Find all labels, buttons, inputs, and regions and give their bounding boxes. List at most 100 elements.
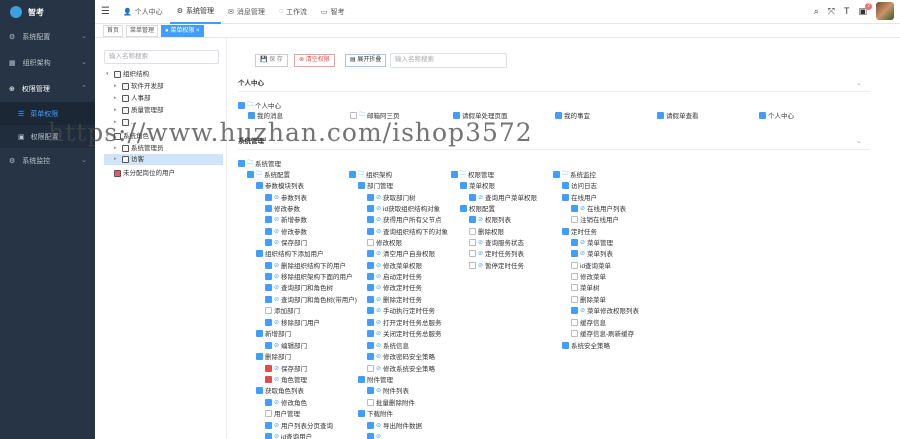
save-button[interactable]: 💾 保 存 [255, 54, 288, 67]
checkbox-box[interactable] [367, 215, 374, 223]
checkbox-box[interactable] [367, 318, 374, 326]
checkbox-box[interactable] [657, 111, 664, 119]
checkbox-box[interactable] [469, 249, 476, 257]
perm-checkbox[interactable]: 🗀 系统监控 [553, 169, 596, 179]
checkbox-box[interactable] [367, 227, 374, 235]
checkbox-box[interactable] [469, 238, 476, 246]
checkbox-box[interactable] [367, 272, 374, 280]
search-icon[interactable]: ⌕ [814, 6, 819, 17]
perm-checkbox[interactable]: ⊘ 删除组织结构下的用户 [265, 260, 346, 270]
perm-checkbox[interactable]: ⊘ 清空用户自身权限 [367, 248, 435, 258]
perm-checkbox[interactable]: ⊘ 修改密码安全策略 [367, 351, 435, 361]
sidebar-item-permission[interactable]: ⊕ 权限管理 ⌃ [0, 76, 95, 102]
checkbox-box[interactable] [367, 352, 374, 360]
checkbox-box[interactable] [367, 421, 374, 429]
perm-checkbox[interactable]: ⊘ 查询部门和角色树(带用户) [265, 294, 357, 304]
tree-node-selected[interactable]: ▸ 访客 [104, 154, 223, 165]
fullscreen-icon[interactable]: ⤧ [828, 6, 835, 17]
checkbox-box[interactable] [469, 227, 476, 235]
perm-checkbox[interactable]: ⊘ 删除定时任务 [367, 294, 422, 304]
checkbox-box[interactable] [571, 215, 578, 223]
font-size-icon[interactable]: T [844, 6, 850, 16]
perm-checkbox[interactable]: 🗀 个人中心 [238, 100, 281, 110]
checkbox-box[interactable] [460, 204, 467, 212]
perm-checkbox[interactable]: 系统安全策略 [562, 340, 610, 350]
checkbox-box[interactable] [265, 238, 272, 246]
perm-checkbox[interactable]: 🗀 系统管理 [238, 158, 281, 168]
perm-checkbox[interactable]: ⊘ 查询服务状态 [469, 237, 524, 247]
perm-checkbox[interactable]: ⊘ 查询组织结构下的对象 [367, 226, 448, 236]
topnav-system[interactable]: ⚙ 系统管理 [169, 0, 221, 24]
checkbox-box[interactable] [265, 295, 272, 303]
tag-home[interactable]: 首页 [103, 24, 124, 37]
checkbox-box[interactable] [358, 375, 365, 383]
perm-checkbox[interactable]: 添加部门 [265, 305, 300, 315]
sidebar-item-monitor[interactable]: ⚙ 系统监控 ⌄ [0, 148, 95, 174]
tree-node[interactable]: 未分配岗位的用户 [114, 168, 175, 179]
checkbox-box[interactable] [562, 227, 569, 235]
perm-checkbox[interactable]: ⊘ 菜单管理 [571, 237, 613, 247]
checkbox-box[interactable] [265, 375, 272, 383]
perm-checkbox[interactable]: 🗀 权限管理 [451, 169, 494, 179]
tree-node[interactable]: ▾ 组织结构 [106, 69, 149, 80]
perm-checkbox[interactable]: 缓存信息-刷新缓存 [571, 328, 634, 338]
checkbox-box[interactable] [265, 318, 272, 326]
perm-checkbox[interactable]: ⊘ 查询部门和角色树 [265, 282, 333, 292]
checkbox-box[interactable] [256, 352, 263, 360]
checkbox-box[interactable] [367, 432, 374, 439]
perm-checkbox[interactable]: ⊘ 获得用户所有父节点 [367, 214, 442, 224]
checkbox-box[interactable] [367, 306, 374, 314]
checkbox-box[interactable] [571, 295, 578, 303]
perm-checkbox[interactable]: ⊘ 手动执行定时任务 [367, 305, 435, 315]
perm-checkbox[interactable]: ⊘ 暂停定时任务 [469, 260, 524, 270]
perm-checkbox[interactable]: ⊘ 获取部门树 [367, 192, 416, 202]
expand-button[interactable]: ▤ 展开折叠 [345, 54, 387, 67]
checkbox-box[interactable] [265, 306, 272, 314]
perm-checkbox[interactable]: ⊘ 菜单列表 [571, 248, 613, 258]
checkbox-box[interactable] [469, 193, 476, 201]
checkbox-box[interactable] [265, 421, 272, 429]
checkbox-box[interactable] [265, 432, 272, 439]
perm-checkbox[interactable]: ⊘ id查询用户 [265, 431, 312, 439]
checkbox-box[interactable] [256, 249, 263, 257]
checkbox-box[interactable] [265, 204, 272, 212]
perm-checkbox[interactable]: 缓存信息 [571, 317, 606, 327]
perm-checkbox[interactable]: ⊘ 定时任务列表 [469, 248, 524, 258]
perm-checkbox[interactable]: id查询菜单 [571, 260, 611, 270]
perm-checkbox[interactable]: 请假单查看 [657, 110, 699, 120]
tag-menu-manage[interactable]: 菜单管理 [126, 24, 159, 37]
perm-checkbox[interactable]: ⊘ 系统信息 [367, 340, 409, 350]
perm-checkbox[interactable]: ⊘ 权限列表 [469, 214, 511, 224]
perm-checkbox[interactable]: ⊘ 附件列表 [367, 385, 409, 395]
checkbox-box[interactable] [553, 170, 560, 178]
perm-checkbox[interactable]: ⊘ 角色管理 [265, 374, 307, 384]
checkbox-box[interactable] [367, 193, 374, 201]
perm-checkbox[interactable]: ⊘ [367, 431, 383, 439]
checkbox-box[interactable] [562, 341, 569, 349]
perm-checkbox[interactable]: 修改参数 [265, 203, 300, 213]
perm-search-input[interactable]: 输入名称搜索 [390, 53, 507, 68]
section-personal[interactable]: 个人中心 ⌄ [238, 76, 870, 92]
sidebar-item-org[interactable]: ▦ 组织架构 ⌄ [0, 50, 95, 76]
perm-checkbox[interactable]: 参数模块列表 [256, 180, 304, 190]
perm-checkbox[interactable]: 修改权限 [367, 237, 402, 247]
checkbox-box[interactable] [367, 238, 374, 246]
checkbox-box[interactable] [367, 329, 374, 337]
topnav-message[interactable]: ✉ 消息管理 [221, 0, 272, 24]
perm-checkbox[interactable]: 附件管理 [358, 374, 393, 384]
bell-icon[interactable]: ▣ 2 [858, 2, 872, 17]
checkbox-box[interactable] [256, 386, 263, 394]
perm-checkbox[interactable]: ⊘ 保存部门 [265, 237, 307, 247]
checkbox-box[interactable] [367, 295, 374, 303]
checkbox-box[interactable] [265, 272, 272, 280]
checkbox-box[interactable] [265, 215, 272, 223]
topnav-workflow[interactable]: ◌ 工作流 [272, 0, 314, 24]
checkbox-box[interactable] [367, 249, 374, 257]
perm-checkbox[interactable]: 我的事宜 [555, 110, 590, 120]
checkbox-box[interactable] [571, 272, 578, 280]
perm-checkbox[interactable]: ⊘ 新增参数 [265, 214, 307, 224]
checkbox-box[interactable] [571, 283, 578, 291]
checkbox-box[interactable] [367, 364, 374, 372]
topnav-personal[interactable]: 👤 个人中心 [116, 0, 170, 24]
perm-checkbox[interactable]: ⊘ 在线用户列表 [571, 203, 626, 213]
